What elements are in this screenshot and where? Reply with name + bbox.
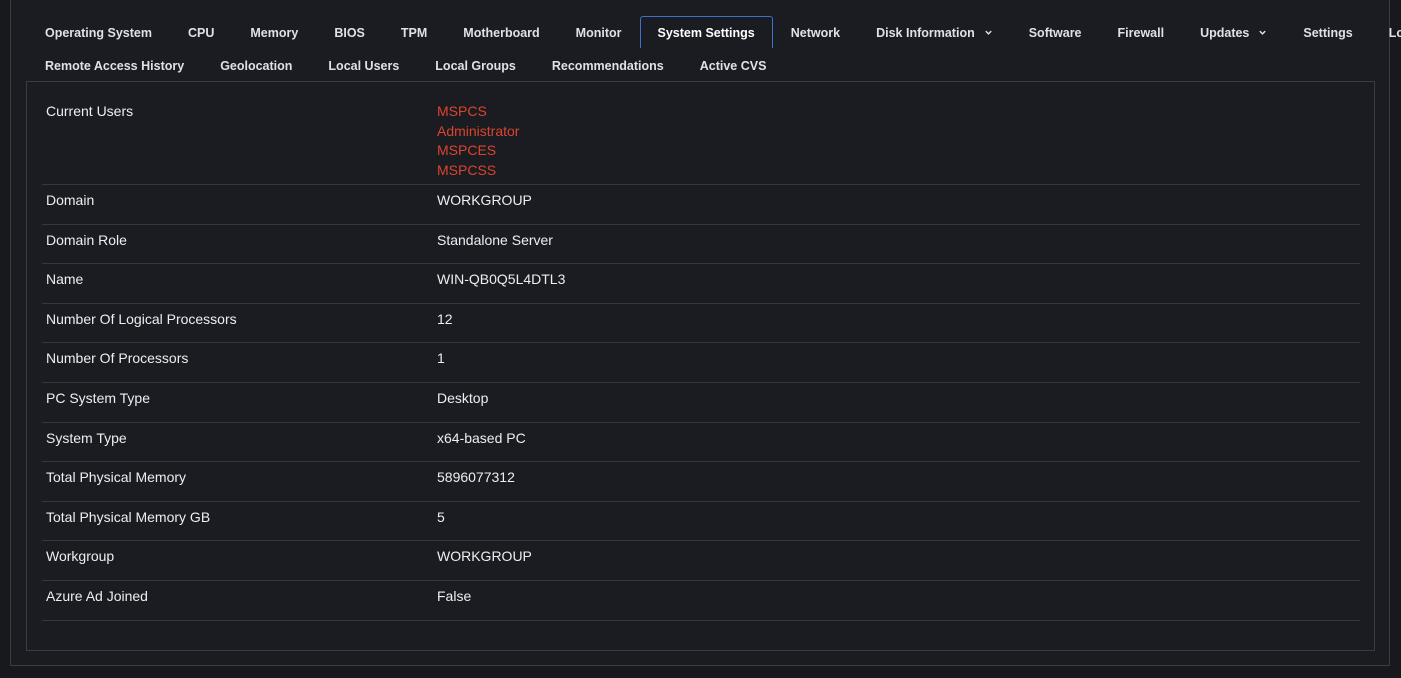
tab-label: Updates	[1200, 25, 1250, 40]
tab-system-settings[interactable]: System Settings	[639, 16, 773, 48]
system-settings-table: Current Users MSPCS Administrator MSPCES MS…	[42, 96, 1360, 621]
system-settings-panel: Current Users MSPCS Administrator MSPCES MS…	[26, 81, 1375, 651]
current-user-link[interactable]: Administrator	[437, 122, 1360, 142]
tab-row-1: Operating System CPU Memory BIOS TPM Motherbo…	[27, 16, 1401, 48]
row-value: WORKGROUP	[437, 548, 532, 565]
row-value: WORKGROUP	[437, 192, 532, 208]
row-value: Desktop	[437, 389, 489, 406]
chevron-down-icon	[1259, 30, 1267, 35]
row-label: Name	[46, 271, 84, 288]
tab-disk-information[interactable]: Disk Information	[858, 16, 1011, 48]
row-value: 5896077312	[437, 469, 515, 486]
row-label: Domain Role	[46, 231, 127, 248]
tab-remote-access-history[interactable]: Remote Access History	[27, 49, 202, 81]
tab-label: Operating System	[45, 25, 152, 40]
tab-label: Memory	[250, 25, 299, 40]
table-row-workgroup: Workgroup WORKGROUP	[42, 541, 1360, 581]
tab-label: Software	[1028, 25, 1082, 40]
row-label: System Type	[46, 429, 127, 446]
tab-software[interactable]: Software	[1011, 16, 1100, 48]
table-row-total-physical-memory: Total Physical Memory 5896077312	[42, 462, 1360, 502]
tab-location[interactable]: Location	[1371, 16, 1401, 48]
table-row-number-of-processors: Number Of Processors 1	[42, 343, 1360, 383]
tab-geolocation[interactable]: Geolocation	[202, 49, 310, 81]
row-label: Azure Ad Joined	[46, 587, 148, 604]
row-label: Domain	[46, 192, 95, 208]
current-user-link[interactable]: MSPCES	[437, 141, 1360, 161]
row-value: Standalone Server	[437, 231, 553, 248]
tab-label: Remote Access History	[45, 58, 185, 73]
tab-label: Geolocation	[220, 58, 293, 73]
tab-label: Motherboard	[463, 25, 540, 40]
tab-local-users[interactable]: Local Users	[310, 49, 417, 81]
tab-label: TPM	[400, 25, 428, 40]
tab-bios[interactable]: BIOS	[316, 16, 383, 48]
tab-operating-system[interactable]: Operating System	[27, 16, 170, 48]
table-row-system-type: System Type x64-based PC	[42, 423, 1360, 463]
row-label: Total Physical Memory	[46, 469, 187, 486]
table-row-current-users: Current Users MSPCS Administrator MSPCES MS…	[42, 96, 1360, 185]
tab-label: CPU	[187, 25, 215, 40]
row-value: WIN-QB0Q5L4DTL3	[437, 271, 566, 288]
row-value: 12	[437, 310, 453, 327]
tab-label: Active CVS	[699, 58, 767, 73]
tab-network[interactable]: Network	[773, 16, 858, 48]
table-row-name: Name WIN-QB0Q5L4DTL3	[42, 264, 1360, 304]
tab-label: Firewall	[1117, 25, 1165, 40]
tab-settings[interactable]: Settings	[1285, 16, 1370, 48]
tab-label: Settings	[1303, 25, 1353, 40]
row-value: 5	[437, 508, 445, 525]
table-row-pc-system-type: PC System Type Desktop	[42, 383, 1360, 423]
tab-label: Local Users	[328, 58, 400, 73]
row-value: False	[437, 587, 472, 604]
tab-memory[interactable]: Memory	[232, 16, 316, 48]
tab-motherboard[interactable]: Motherboard	[445, 16, 557, 48]
device-details-container: Operating System CPU Memory BIOS TPM Motherbo…	[10, 0, 1401, 666]
tab-recommendations[interactable]: Recommendations	[534, 49, 682, 81]
tab-label: Network	[790, 25, 841, 40]
table-row-number-of-logical-processors: Number Of Logical Processors 12	[42, 304, 1360, 344]
tab-label: Monitor	[575, 25, 622, 40]
table-row-domain-role: Domain Role Standalone Server	[42, 225, 1360, 265]
row-label: Workgroup	[46, 548, 115, 565]
table-row-azure-ad-joined: Azure Ad Joined False	[42, 581, 1360, 621]
tab-label: BIOS	[334, 25, 365, 40]
tab-tpm[interactable]: TPM	[383, 16, 445, 48]
row-label: PC System Type	[46, 389, 151, 406]
current-user-link[interactable]: MSPCSS	[437, 161, 1360, 181]
current-user-link[interactable]: MSPCS	[437, 102, 1360, 122]
tab-cpu[interactable]: CPU	[170, 16, 232, 48]
row-value: 1	[437, 350, 445, 367]
row-label: Total Physical Memory GB	[46, 508, 211, 525]
tab-label: Local Groups	[435, 58, 516, 73]
tab-label: Location	[1388, 25, 1401, 40]
row-label: Number Of Logical Processors	[46, 310, 237, 327]
current-users-list: MSPCS Administrator MSPCES MSPCSS	[437, 96, 1360, 184]
table-row-domain: Domain WORKGROUP	[42, 185, 1360, 225]
table-row-total-physical-memory-gb: Total Physical Memory GB 5	[42, 502, 1360, 542]
chevron-down-icon	[985, 30, 992, 35]
tab-bar: Operating System CPU Memory BIOS TPM Motherbo…	[27, 16, 1401, 81]
tab-row-2: Remote Access History Geolocation Local Us…	[27, 49, 1377, 81]
tab-active-cvs[interactable]: Active CVS	[682, 49, 785, 81]
tab-label: Recommendations	[551, 58, 664, 73]
row-label: Current Users	[46, 103, 134, 119]
tab-monitor[interactable]: Monitor	[558, 16, 640, 48]
row-label: Number Of Processors	[46, 350, 189, 367]
tab-label: Disk Information	[876, 25, 975, 40]
tab-label: System Settings	[657, 25, 755, 40]
tab-updates[interactable]: Updates	[1182, 16, 1285, 48]
tab-local-groups[interactable]: Local Groups	[417, 49, 534, 81]
row-value: x64-based PC	[437, 429, 526, 446]
tab-firewall[interactable]: Firewall	[1100, 16, 1183, 48]
